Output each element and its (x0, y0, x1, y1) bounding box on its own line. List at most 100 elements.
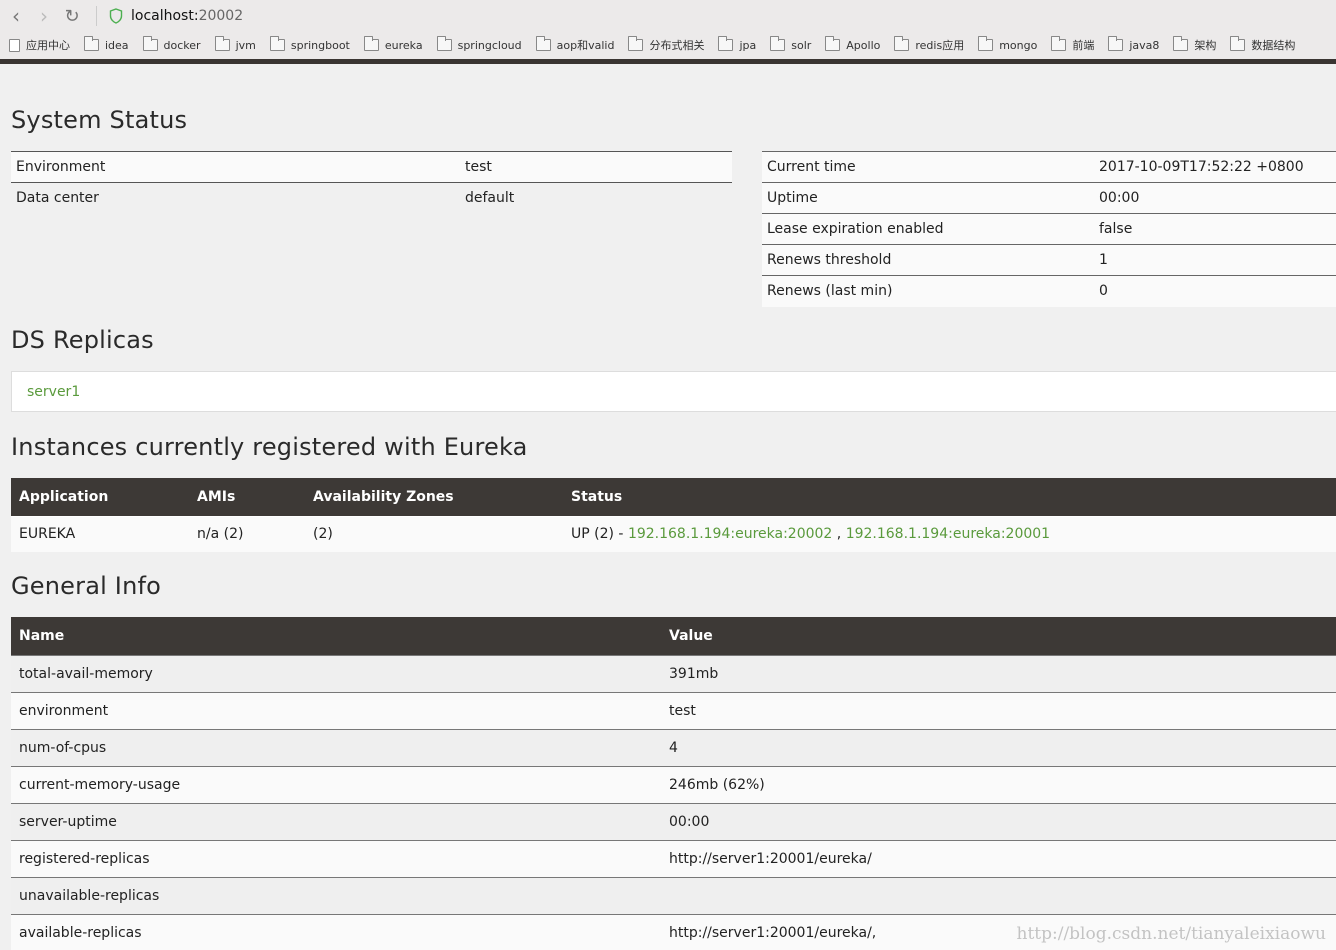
info-name: current-memory-usage (11, 765, 661, 803)
replica-link-server1[interactable]: server1 (27, 384, 80, 400)
info-name: unavailable-replicas (11, 876, 661, 914)
bookmark-item[interactable]: springcloud (436, 36, 522, 52)
url-host: localhost: (131, 8, 199, 24)
instance-link[interactable]: 192.168.1.194:eureka:20001 (846, 526, 1050, 542)
bookmark-label: 数据结构 (1251, 39, 1296, 52)
bookmark-item[interactable]: docker (142, 36, 201, 52)
bookmark-label: Apollo (846, 38, 881, 52)
status-value: 00:00 (1094, 182, 1336, 214)
reload-icon: ↻ (64, 5, 80, 27)
status-value: false (1094, 213, 1336, 245)
bookmark-label: 前端 (1072, 39, 1095, 52)
shield-icon (109, 8, 123, 24)
bookmark-item[interactable]: 应用中心 (9, 37, 70, 53)
column-header-zones: Availability Zones (305, 478, 563, 516)
bookmark-item[interactable]: solr (770, 36, 811, 52)
table-row: EUREKA n/a (2) (2) UP (2) - 192.168.1.19… (11, 515, 1336, 552)
bookmark-label: mongo (999, 38, 1038, 52)
status-value: test (460, 151, 732, 183)
column-header-status: Status (563, 478, 1336, 516)
bookmarks-bar: 应用中心 idea docker jvm springboot eureka springc… (0, 32, 1336, 58)
status-key: Current time (762, 151, 1094, 183)
instance-application: EUREKA (11, 515, 189, 552)
bookmark-item[interactable]: idea (84, 36, 129, 52)
instance-link[interactable]: 192.168.1.194:eureka:20002 (628, 526, 832, 542)
info-name: available-replicas (11, 913, 661, 950)
address-field[interactable]: localhost:20002 (131, 8, 243, 24)
info-value: http://server1:20001/eureka/ (661, 839, 1336, 877)
folder-icon (535, 36, 551, 51)
column-header-amis: AMIs (189, 478, 305, 516)
page-icon (9, 38, 20, 52)
bookmark-item[interactable]: springboot (269, 36, 350, 52)
forward-button[interactable]: › (30, 2, 58, 30)
folder-icon (269, 36, 285, 51)
bookmark-item[interactable]: java8 (1108, 36, 1160, 52)
status-key: Environment (11, 151, 460, 183)
folder-icon (825, 36, 841, 51)
table-row: server-uptime 00:00 (11, 802, 1336, 840)
folder-icon (436, 36, 452, 51)
status-value: default (465, 190, 515, 207)
info-name: server-uptime (11, 802, 661, 840)
info-name: num-of-cpus (11, 728, 661, 766)
general-info-table: Name Value total-avail-memory 391mb enviro… (11, 617, 1336, 950)
reload-button[interactable]: ↻ (58, 2, 86, 30)
table-row: Renews threshold 1 (762, 244, 1336, 276)
ds-replicas-list: server1 (11, 371, 1336, 412)
bookmark-label: docker (163, 38, 201, 52)
chevron-right-icon: › (40, 4, 48, 28)
status-key: Renews threshold (762, 244, 1094, 276)
instance-status: UP (2) - 192.168.1.194:eureka:20002 , 19… (563, 515, 1336, 552)
bookmark-item[interactable]: jpa (718, 36, 756, 52)
table-row: environment test (11, 691, 1336, 729)
bookmark-item[interactable]: Apollo (825, 36, 881, 52)
system-status-right-table: Current time 2017-10-09T17:52:22 +0800 Upt… (762, 151, 1336, 307)
browser-chrome: ‹ › ↻ localhost:20002 应用中心 idea docker jvm s… (0, 0, 1336, 64)
bookmark-label: java8 (1129, 38, 1160, 52)
bookmark-item[interactable]: redis应用 (894, 36, 964, 53)
table-row: Data center default (11, 183, 732, 214)
table-row: Lease expiration enabled false (762, 213, 1336, 245)
instance-amis: n/a (2) (189, 515, 305, 552)
ds-replicas-title: DS Replicas (11, 326, 154, 354)
table-row: num-of-cpus 4 (11, 728, 1336, 766)
instances-table: Application AMIs Availability Zones Stat… (11, 478, 1336, 552)
status-key: Renews (last min) (762, 275, 1094, 307)
bookmark-label: 应用中心 (26, 39, 70, 52)
bookmark-item[interactable]: eureka (363, 36, 423, 52)
bookmark-item[interactable]: aop和valid (535, 36, 615, 53)
bookmark-label: jvm (235, 38, 256, 52)
table-row: registered-replicas http://server1:20001/… (11, 839, 1336, 877)
folder-icon (363, 36, 379, 51)
eureka-dashboard: System Status Environment test Data center… (0, 64, 1336, 950)
folder-icon (770, 36, 786, 51)
instances-title: Instances currently registered with Eure… (11, 433, 528, 461)
instance-zones: (2) (305, 515, 563, 552)
bookmark-item[interactable]: 分布式相关 (628, 36, 704, 53)
status-key: Uptime (762, 182, 1094, 214)
info-value: test (661, 691, 1336, 729)
divider (96, 6, 97, 26)
bookmark-label: 架构 (1194, 39, 1217, 52)
status-value: 1 (1094, 244, 1336, 276)
folder-icon (1173, 36, 1189, 51)
chevron-left-icon: ‹ (12, 4, 20, 28)
bookmark-item[interactable]: 数据结构 (1230, 36, 1296, 53)
bookmark-item[interactable]: jvm (214, 36, 256, 52)
bookmark-item[interactable]: 前端 (1051, 36, 1095, 53)
folder-icon (84, 36, 99, 51)
info-value: 246mb (62%) (661, 765, 1336, 803)
folder-icon (1230, 36, 1246, 51)
info-value: 391mb (661, 654, 1336, 692)
bookmark-item[interactable]: 架构 (1173, 36, 1217, 53)
bookmark-item[interactable]: mongo (978, 36, 1038, 52)
column-header-name: Name (11, 617, 661, 655)
back-button[interactable]: ‹ (2, 2, 30, 30)
bookmark-label: springcloud (457, 38, 522, 52)
column-header-value: Value (661, 617, 1336, 655)
table-row: Environment test (11, 151, 732, 183)
folder-icon (214, 36, 230, 51)
bookmark-label: aop和valid (556, 39, 615, 52)
folder-icon (1108, 36, 1124, 51)
